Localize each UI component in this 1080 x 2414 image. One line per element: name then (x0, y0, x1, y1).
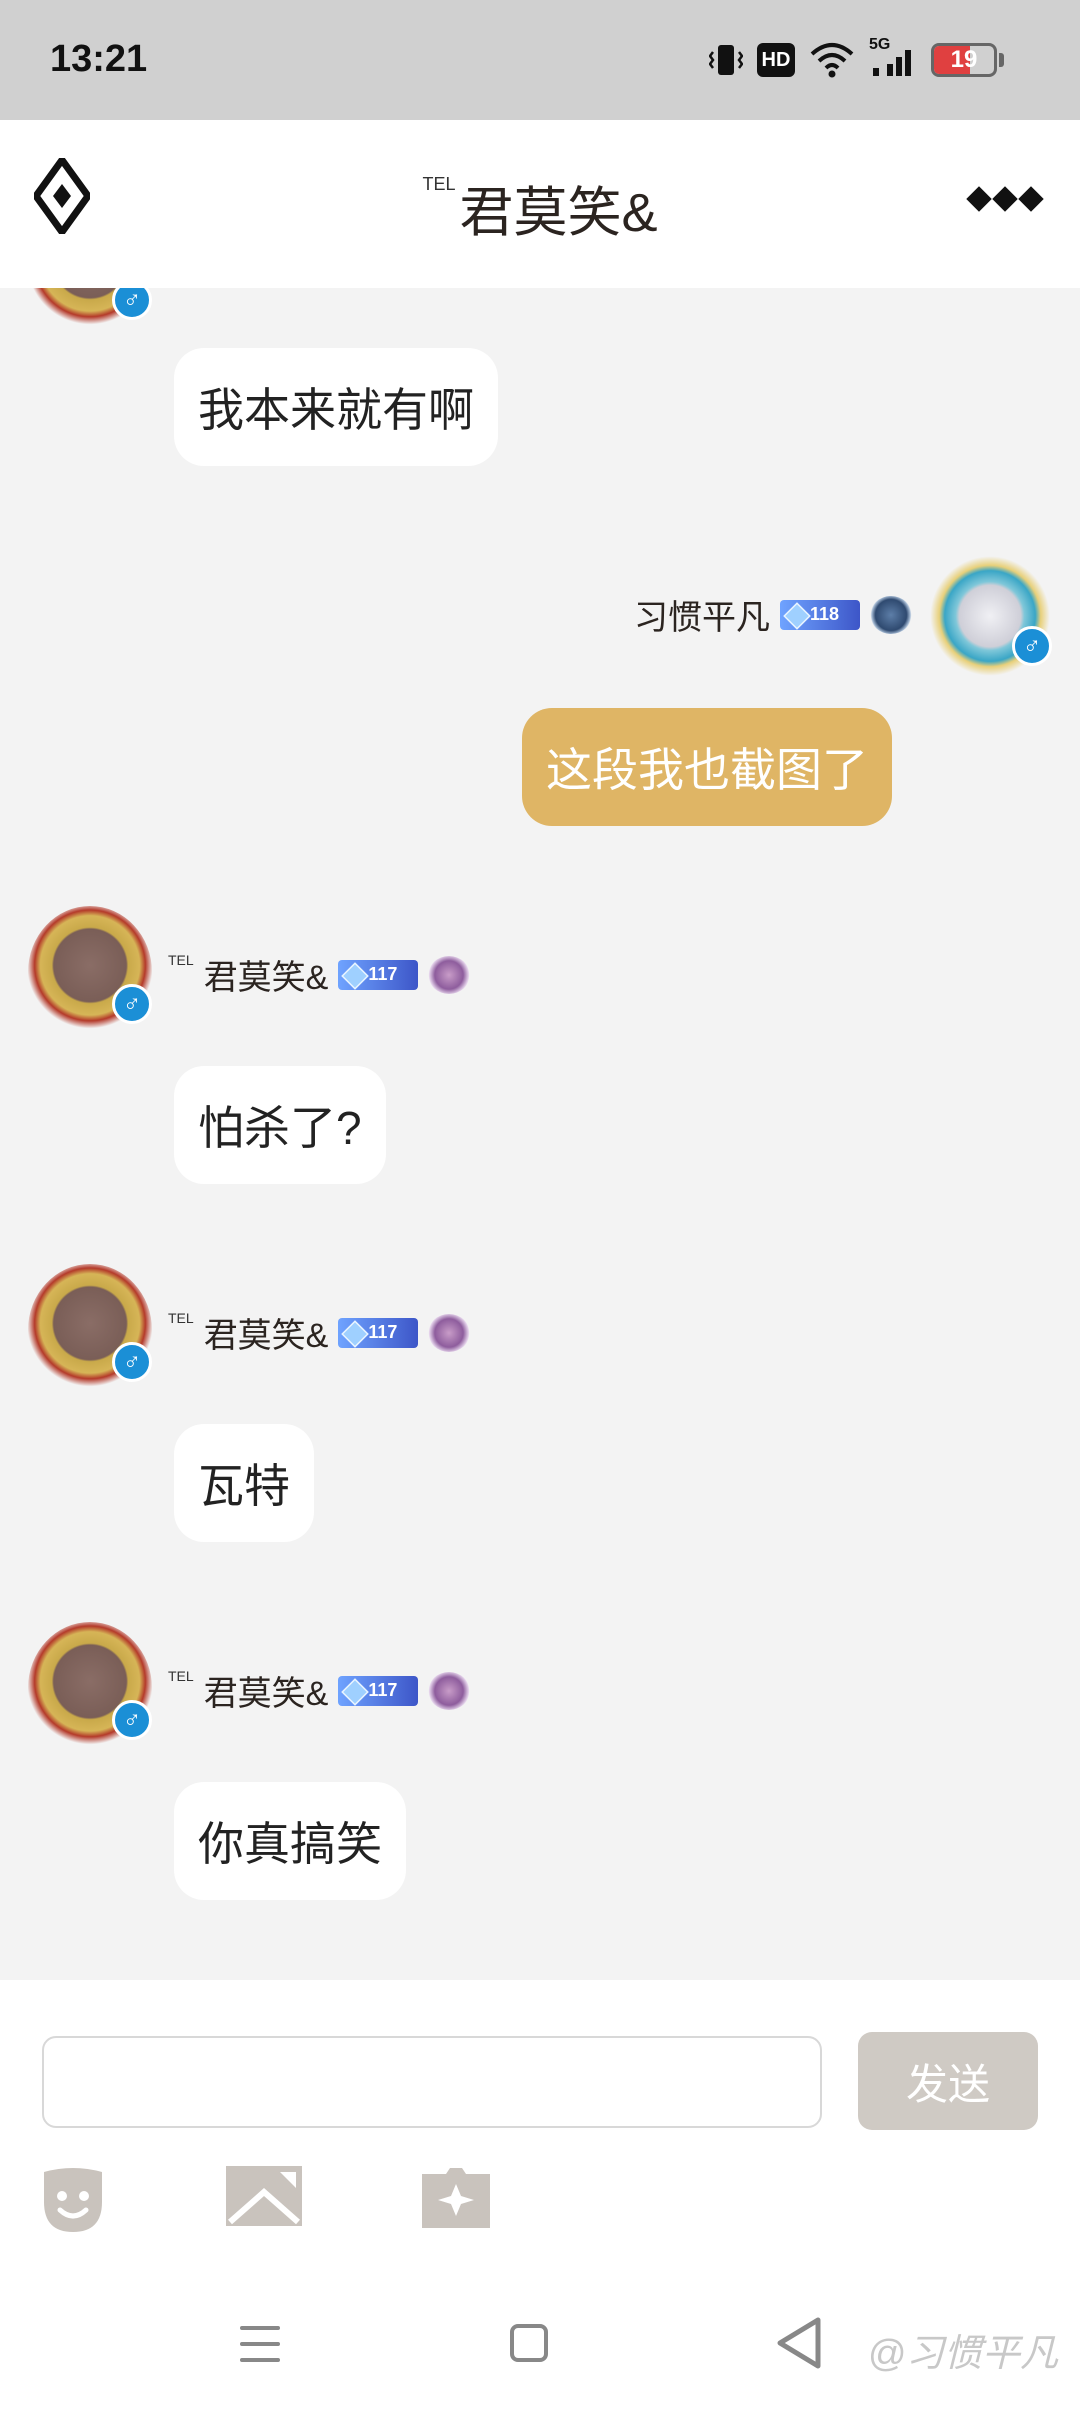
sender-tag: TEL (168, 1310, 194, 1326)
chat-title: TEL 君莫笑& (0, 168, 1080, 247)
status-time: 13:21 (50, 38, 148, 80)
sender-tag: TEL (168, 952, 194, 968)
message-input[interactable] (42, 2036, 822, 2128)
wifi-icon (809, 40, 855, 80)
send-button[interactable]: 发送 (858, 2032, 1038, 2130)
male-icon: ♂ (112, 1342, 152, 1382)
message-bubble-incoming[interactable]: 我本来就有啊 (174, 348, 498, 466)
battery-icon: 19 (931, 43, 997, 77)
image-icon[interactable] (226, 2166, 302, 2234)
male-icon: ♂ (112, 984, 152, 1024)
sender-info: TEL 君莫笑& 117 (168, 950, 471, 999)
message-bubble-incoming[interactable]: 你真搞笑 (174, 1782, 406, 1900)
message-bubble-incoming[interactable]: 怕杀了? (174, 1066, 386, 1184)
composer: 发送 (0, 1980, 1080, 2270)
male-icon: ♂ (112, 1700, 152, 1740)
sender-info: TEL 君莫笑& 117 (168, 1666, 471, 1715)
vibrate-icon (709, 40, 743, 80)
title-tag: TEL (422, 174, 456, 194)
page-title: 君莫笑& (459, 183, 658, 243)
male-icon: ♂ (112, 288, 152, 320)
status-icons: HD 5G 19 (709, 36, 1004, 80)
more-dots-icon[interactable] (966, 184, 1044, 214)
message-bubble-outgoing[interactable]: 这段我也截图了 (522, 708, 892, 826)
sender-name: 君莫笑& (203, 1317, 329, 1355)
chat-header: TEL 君莫笑& (0, 120, 1080, 288)
level-badge: 117 (338, 959, 419, 990)
system-nav-bar: @习惯平凡 (0, 2270, 1080, 2414)
battery-indicator: 19 (931, 40, 1004, 80)
male-icon: ♂ (1012, 626, 1052, 666)
message-bubble-incoming[interactable]: 瓦特 (174, 1424, 314, 1542)
watermark: @习惯平凡 (867, 2333, 1058, 2375)
sticker-icon[interactable] (418, 2166, 492, 2234)
rank-badge-icon (428, 955, 471, 994)
back-icon[interactable] (774, 2316, 824, 2370)
battery-text: 19 (950, 46, 978, 73)
sender-info-self: 习惯平凡 118 (634, 590, 912, 639)
status-bar: 13:21 HD 5G 19 (0, 0, 1080, 120)
rank-badge-icon (428, 1671, 471, 1710)
network-type-label: 5G (869, 36, 891, 53)
rank-badge-icon (870, 595, 912, 634)
sender-tag: TEL (168, 1668, 194, 1684)
hd-icon: HD (757, 43, 795, 77)
sender-name: 君莫笑& (203, 959, 329, 997)
level-badge: 118 (780, 599, 860, 630)
battery-tip (999, 53, 1004, 67)
message-list[interactable]: ♂ 我本来就有啊 习惯平凡 118 ♂ 这段我也截图了 ♂ TEL 君莫笑& 1… (0, 288, 1080, 1980)
cellular-signal-icon: 5G (869, 36, 917, 80)
level-badge: 117 (338, 1675, 419, 1706)
recent-apps-icon[interactable] (240, 2326, 280, 2362)
emoji-icon[interactable] (36, 2166, 110, 2234)
rank-badge-icon (428, 1313, 471, 1352)
level-badge: 117 (338, 1317, 419, 1348)
sender-name: 君莫笑& (203, 1675, 329, 1713)
sender-info: TEL 君莫笑& 117 (168, 1308, 471, 1357)
sender-name: 习惯平凡 (634, 599, 770, 637)
home-icon[interactable] (510, 2324, 548, 2362)
